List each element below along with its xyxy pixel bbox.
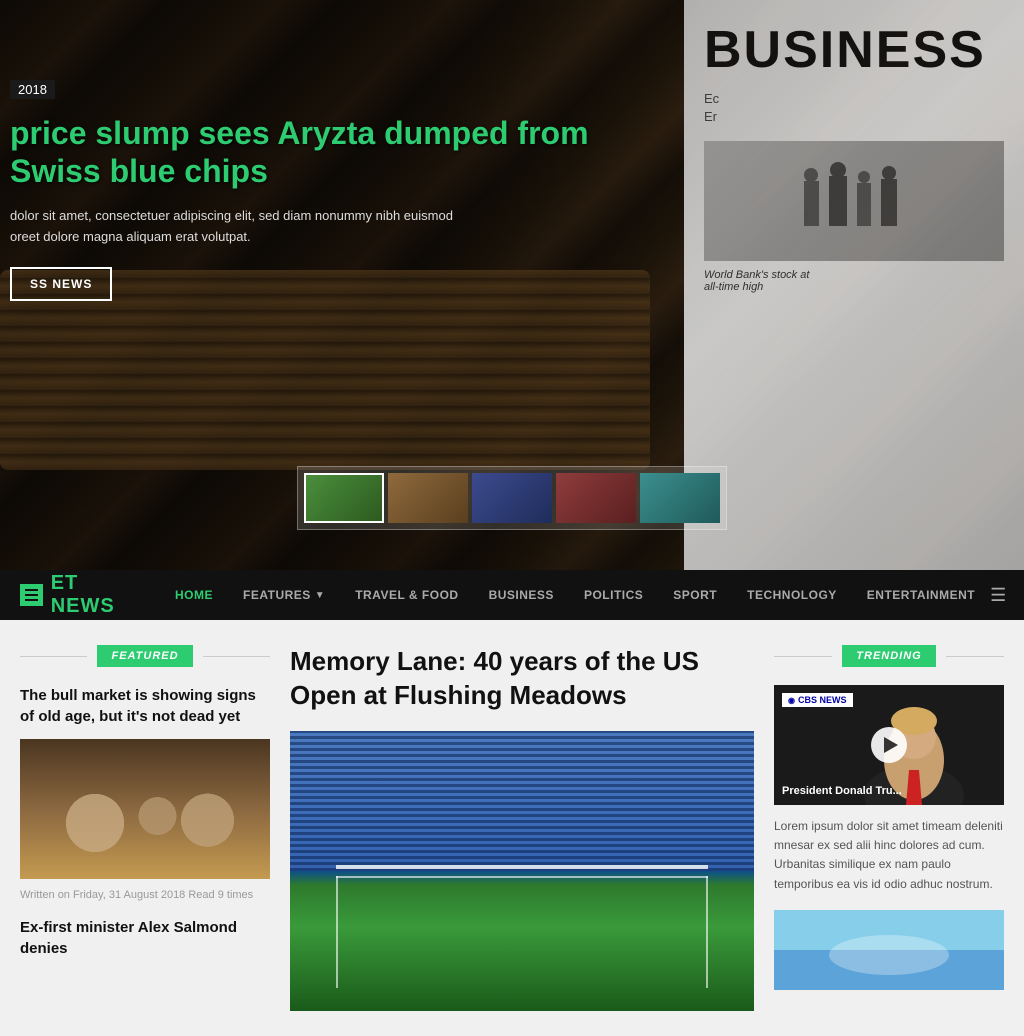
tennis-stands [290, 731, 754, 871]
hero-thumb-1[interactable] [304, 473, 384, 523]
site-logo[interactable]: ET NEWS [20, 572, 120, 618]
hero-thumb-5[interactable] [640, 473, 720, 523]
nav-item-home[interactable]: HOME [160, 570, 228, 620]
court-right-line [706, 876, 708, 988]
hero-date: 2018 [10, 80, 55, 99]
main-article-title: Memory Lane: 40 years of the US Open at … [290, 645, 754, 713]
navbar: ET NEWS HOME FEATURES ▼ TRAVEL & FOOD BU… [0, 570, 1024, 620]
hero-content: 2018 price slump sees Aryzta dumped from… [10, 80, 660, 301]
newspaper-figures-icon [794, 161, 914, 241]
main-article-image[interactable] [290, 731, 754, 1011]
main-content: FEATURED The bull market is showing sign… [0, 620, 1024, 1036]
hero-read-more-button[interactable]: SS NEWS [10, 267, 112, 301]
play-icon [884, 737, 898, 753]
features-dropdown-arrow-icon: ▼ [315, 590, 325, 601]
video-network-badge: ◉ CBS NEWS [782, 693, 853, 707]
nav-item-politics[interactable]: POLITICS [569, 570, 658, 620]
hero-thumbnail-strip [297, 466, 727, 530]
featured-column: FEATURED The bull market is showing sign… [20, 645, 270, 1011]
nav-item-sport[interactable]: SPORT [658, 570, 732, 620]
logo-line-1 [25, 589, 38, 591]
trending-description: Lorem ipsum dolor sit amet timeam deleni… [774, 817, 1004, 894]
logo-line-3 [25, 599, 38, 601]
featured-article-1-image[interactable] [20, 739, 270, 879]
featured-article-1-meta: Written on Friday, 31 August 2018 Read 9… [20, 889, 270, 901]
newspaper-caption: World Bank's stock at all-time high [704, 269, 1004, 293]
trending-badge: TRENDING [842, 645, 935, 667]
main-article-column: Memory Lane: 40 years of the US Open at … [290, 645, 754, 1011]
hero-section: BUSINESS Ec Er World Bank's stock at all… [0, 0, 1024, 570]
trending-column: TRENDING [774, 645, 1004, 1011]
hero-description: dolor sit amet, consectetuer adipiscing … [10, 206, 660, 248]
logo-line-2 [25, 594, 38, 596]
content-grid: FEATURED The bull market is showing sign… [20, 645, 1004, 1011]
nav-item-entertainment[interactable]: ENTERTAINMENT [852, 570, 990, 620]
nav-menu: HOME FEATURES ▼ TRAVEL & FOOD BUSINESS P… [160, 570, 990, 620]
court-center-line [336, 876, 707, 878]
nav-item-technology[interactable]: TECHNOLOGY [732, 570, 852, 620]
trending-video[interactable]: ◉ CBS NEWS President Donald Tru... [774, 685, 1004, 805]
featured-image-inner [20, 739, 270, 879]
nav-item-business[interactable]: BUSINESS [474, 570, 569, 620]
trending-image-2[interactable] [774, 910, 1004, 990]
hero-thumb-4[interactable] [556, 473, 636, 523]
featured-section-header: FEATURED [20, 645, 270, 667]
newspaper-sub: Ec Er [704, 90, 1004, 126]
hero-headline: price slump sees Aryzta dumped from Swis… [10, 114, 660, 191]
nav-item-travel-food[interactable]: TRAVEL & FOOD [340, 570, 473, 620]
featured-article-2-title: Ex-first minister Alex Salmond denies [20, 917, 270, 959]
newspaper-title: BUSINESS [704, 20, 1004, 80]
hamburger-menu-icon[interactable]: ☰ [990, 585, 1006, 606]
logo-icon [20, 584, 43, 606]
play-button[interactable] [871, 727, 907, 763]
logo-text: ET NEWS [51, 572, 120, 618]
hero-thumb-2[interactable] [388, 473, 468, 523]
featured-badge: FEATURED [97, 645, 192, 667]
nav-item-features[interactable]: FEATURES ▼ [228, 570, 340, 620]
featured-article-1-title: The bull market is showing signs of old … [20, 685, 270, 727]
video-title: President Donald Tru... [782, 785, 996, 797]
trending-section-header: TRENDING [774, 645, 1004, 667]
tennis-net [336, 865, 707, 869]
cbs-eye-icon: ◉ [788, 696, 795, 705]
trending-image-2-icon [774, 910, 1004, 990]
hero-thumb-3[interactable] [472, 473, 552, 523]
newspaper-image [704, 141, 1004, 261]
hero-newspaper: BUSINESS Ec Er World Bank's stock at all… [684, 0, 1024, 570]
court-left-line [336, 876, 338, 988]
